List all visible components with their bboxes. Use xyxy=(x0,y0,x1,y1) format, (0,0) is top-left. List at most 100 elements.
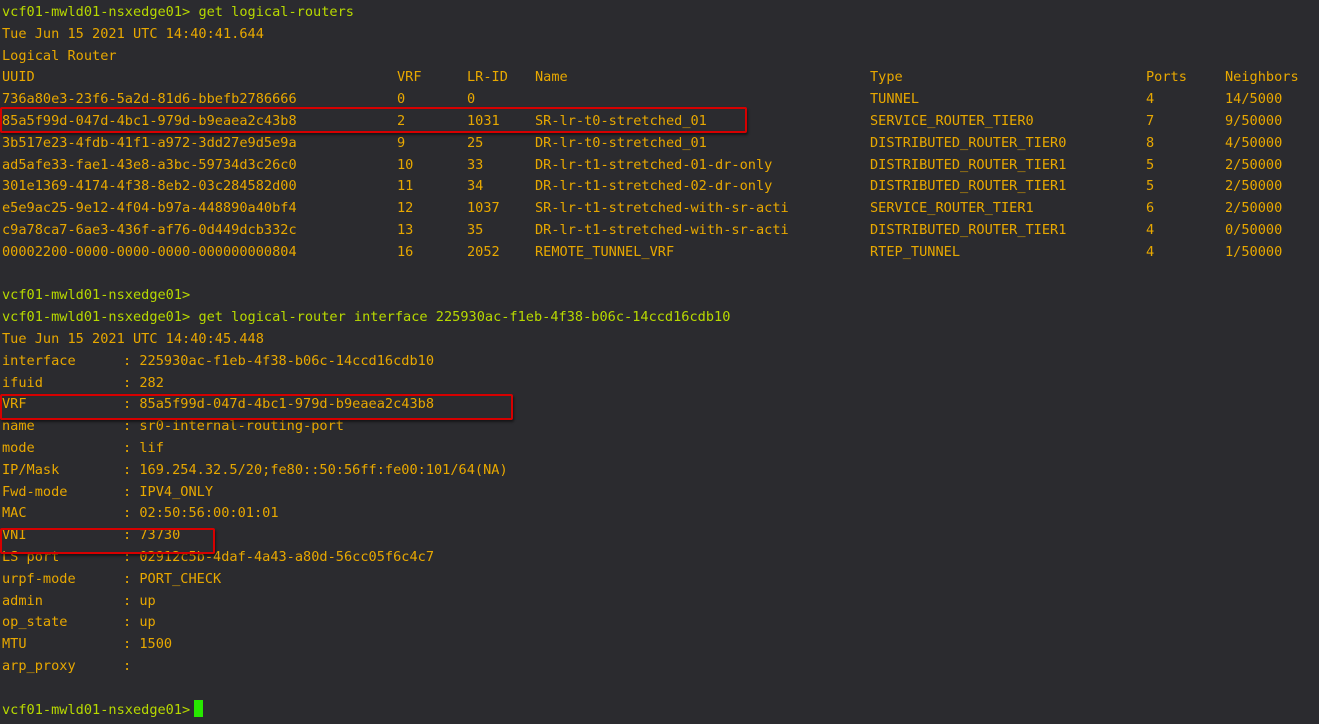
cell-neighbors: 1/50000 xyxy=(1225,243,1283,260)
field-value: : 02912c5b-4daf-4a43-a80d-56cc05f6c4c7 xyxy=(123,548,434,565)
interface-field: name: sr0-internal-routing-port xyxy=(2,416,1319,438)
command-line-1: vcf01-mwld01-nsxedge01> get logical-rout… xyxy=(2,2,1319,24)
cell-lr-id: 33 xyxy=(467,156,484,173)
cell-type: SERVICE_ROUTER_TIER1 xyxy=(870,200,1034,217)
prompt: vcf01-mwld01-nsxedge01> xyxy=(2,309,191,326)
field-key: VRF xyxy=(2,396,27,413)
interface-field: VRF : 85a5f99d-047d-4bc1-979d-b9eaea2c43b… xyxy=(2,394,1319,416)
section-title: Logical Router xyxy=(2,47,117,64)
cell-type: DISTRIBUTED_ROUTER_TIER0 xyxy=(870,134,1067,151)
cell-vrf: 2 xyxy=(397,112,406,129)
cell-lr-id: 25 xyxy=(467,134,484,151)
table-row: ad5afe33-fae1-43e8-a3bc-59734d3c26c0 10 33… xyxy=(2,155,1319,177)
cell-uuid: c9a78ca7-6ae3-436f-af76-0d449dcb332c xyxy=(2,221,297,238)
cell-ports: 4 xyxy=(1146,91,1155,108)
cell-ports: 5 xyxy=(1146,156,1155,173)
cell-ports: 6 xyxy=(1146,200,1155,217)
interface-field: op_state: up xyxy=(2,612,1319,634)
field-key: op_state xyxy=(2,614,68,631)
header-lr-id: LR-ID xyxy=(467,69,508,86)
cell-type: DISTRIBUTED_ROUTER_TIER1 xyxy=(870,156,1067,173)
cell-lr-id: 0 xyxy=(467,91,476,108)
prompt: vcf01-mwld01-nsxedge01> xyxy=(2,4,191,20)
table-row: 85a5f99d-047d-4bc1-979d-b9eaea2c43b8 2 103… xyxy=(2,111,1319,133)
table-header: UUID VRF LR-ID Name Type Ports Neighbors xyxy=(2,67,1319,89)
cell-ports: 4 xyxy=(1146,221,1155,238)
timestamp-1: Tue Jun 15 2021 UTC 14:40:41.644 xyxy=(2,25,264,42)
interface-field: arp_proxy: xyxy=(2,656,1319,678)
cell-ports: 8 xyxy=(1146,134,1155,151)
cell-type: DISTRIBUTED_ROUTER_TIER1 xyxy=(870,221,1067,238)
cell-vrf: 0 xyxy=(397,91,406,108)
cell-name: DR-lr-t0-stretched_01 xyxy=(535,134,707,151)
cell-type: SERVICE_ROUTER_TIER0 xyxy=(870,112,1034,129)
field-value: : xyxy=(123,657,132,674)
cell-vrf: 12 xyxy=(397,200,414,217)
cell-uuid: 301e1369-4174-4f38-8eb2-03c284582d00 xyxy=(2,178,297,195)
cell-name: DR-lr-t1-stretched-01-dr-only xyxy=(535,156,773,173)
field-value: : IPV4_ONLY xyxy=(123,483,214,500)
interface-field: mode: lif xyxy=(2,438,1319,460)
prompt: vcf01-mwld01-nsxedge01> xyxy=(2,701,191,718)
cell-type: DISTRIBUTED_ROUTER_TIER1 xyxy=(870,178,1067,195)
cell-vrf: 9 xyxy=(397,134,406,151)
header-neighbors: Neighbors xyxy=(1225,69,1299,86)
cell-neighbors: 4/50000 xyxy=(1225,134,1283,151)
table-row: 736a80e3-23f6-5a2d-81d6-bbefb2786666 0 0 TU… xyxy=(2,89,1319,111)
field-key: MTU xyxy=(2,636,27,653)
cell-uuid: 00002200-0000-0000-0000-000000000804 xyxy=(2,243,297,260)
cell-neighbors: 2/50000 xyxy=(1225,156,1283,173)
active-prompt-line[interactable]: vcf01-mwld01-nsxedge01> xyxy=(2,699,1319,722)
field-key: arp_proxy xyxy=(2,657,76,674)
cell-type: TUNNEL xyxy=(870,91,920,108)
field-key: interface xyxy=(2,352,76,369)
cell-lr-id: 34 xyxy=(467,178,484,195)
cell-type: RTEP_TUNNEL xyxy=(870,243,961,260)
field-value: : 85a5f99d-047d-4bc1-979d-b9eaea2c43b8 xyxy=(123,396,434,413)
cell-neighbors: 2/50000 xyxy=(1225,178,1283,195)
header-name: Name xyxy=(535,69,568,86)
cell-vrf: 16 xyxy=(397,243,414,260)
interface-details: interface : 225930ac-f1eb-4f38-b06c-14ccd… xyxy=(2,351,1319,678)
text-cursor xyxy=(194,699,204,717)
header-ports: Ports xyxy=(1146,69,1187,86)
cell-lr-id: 1037 xyxy=(467,200,500,217)
interface-field: MAC: 02:50:56:00:01:01 xyxy=(2,503,1319,525)
cell-name: REMOTE_TUNNEL_VRF xyxy=(535,243,675,260)
field-key: VNI xyxy=(2,527,27,544)
field-key: ifuid xyxy=(2,374,43,391)
cell-vrf: 11 xyxy=(397,178,414,195)
cell-lr-id: 1031 xyxy=(467,112,500,129)
cell-uuid: 85a5f99d-047d-4bc1-979d-b9eaea2c43b8 xyxy=(2,112,297,129)
cell-vrf: 13 xyxy=(397,221,414,238)
header-uuid: UUID xyxy=(2,69,35,86)
field-key: mode xyxy=(2,439,35,456)
terminal-window[interactable]: vcf01-mwld01-nsxedge01> get logical-rout… xyxy=(0,0,1319,724)
cell-lr-id: 2052 xyxy=(467,243,500,260)
command-text: get logical-router interface 225930ac-f1… xyxy=(198,309,731,326)
interface-field: VNI: 73730 xyxy=(2,525,1319,547)
cell-name: DR-lr-t1-stretched-with-sr-acti xyxy=(535,221,789,238)
cell-neighbors: 14/5000 xyxy=(1225,91,1283,108)
field-key: urpf-mode xyxy=(2,570,76,587)
router-table-body: 736a80e3-23f6-5a2d-81d6-bbefb2786666 0 0 TU… xyxy=(2,89,1319,263)
field-key: MAC xyxy=(2,505,27,522)
cell-uuid: ad5afe33-fae1-43e8-a3bc-59734d3c26c0 xyxy=(2,156,297,173)
field-value: : 282 xyxy=(123,374,164,391)
command-text: get logical-routers xyxy=(198,4,354,20)
field-value: : 225930ac-f1eb-4f38-b06c-14ccd16cdb10 xyxy=(123,352,434,369)
table-row: c9a78ca7-6ae3-436f-af76-0d449dcb332c 13 35… xyxy=(2,220,1319,242)
timestamp-2: Tue Jun 15 2021 UTC 14:40:45.448 xyxy=(2,330,264,347)
cell-ports: 5 xyxy=(1146,178,1155,195)
cell-uuid: 3b517e23-4fdb-41f1-a972-3dd27e9d5e9a xyxy=(2,134,297,151)
table-row: 301e1369-4174-4f38-8eb2-03c284582d00 11 34… xyxy=(2,176,1319,198)
field-value: : 1500 xyxy=(123,636,173,653)
interface-field: admin: up xyxy=(2,591,1319,613)
cell-neighbors: 2/50000 xyxy=(1225,200,1283,217)
field-key: LS port xyxy=(2,548,60,565)
header-type: Type xyxy=(870,69,903,86)
cell-lr-id: 35 xyxy=(467,221,484,238)
prompt-line-empty: vcf01-mwld01-nsxedge01> xyxy=(2,287,191,304)
cell-name: DR-lr-t1-stretched-02-dr-only xyxy=(535,178,773,195)
